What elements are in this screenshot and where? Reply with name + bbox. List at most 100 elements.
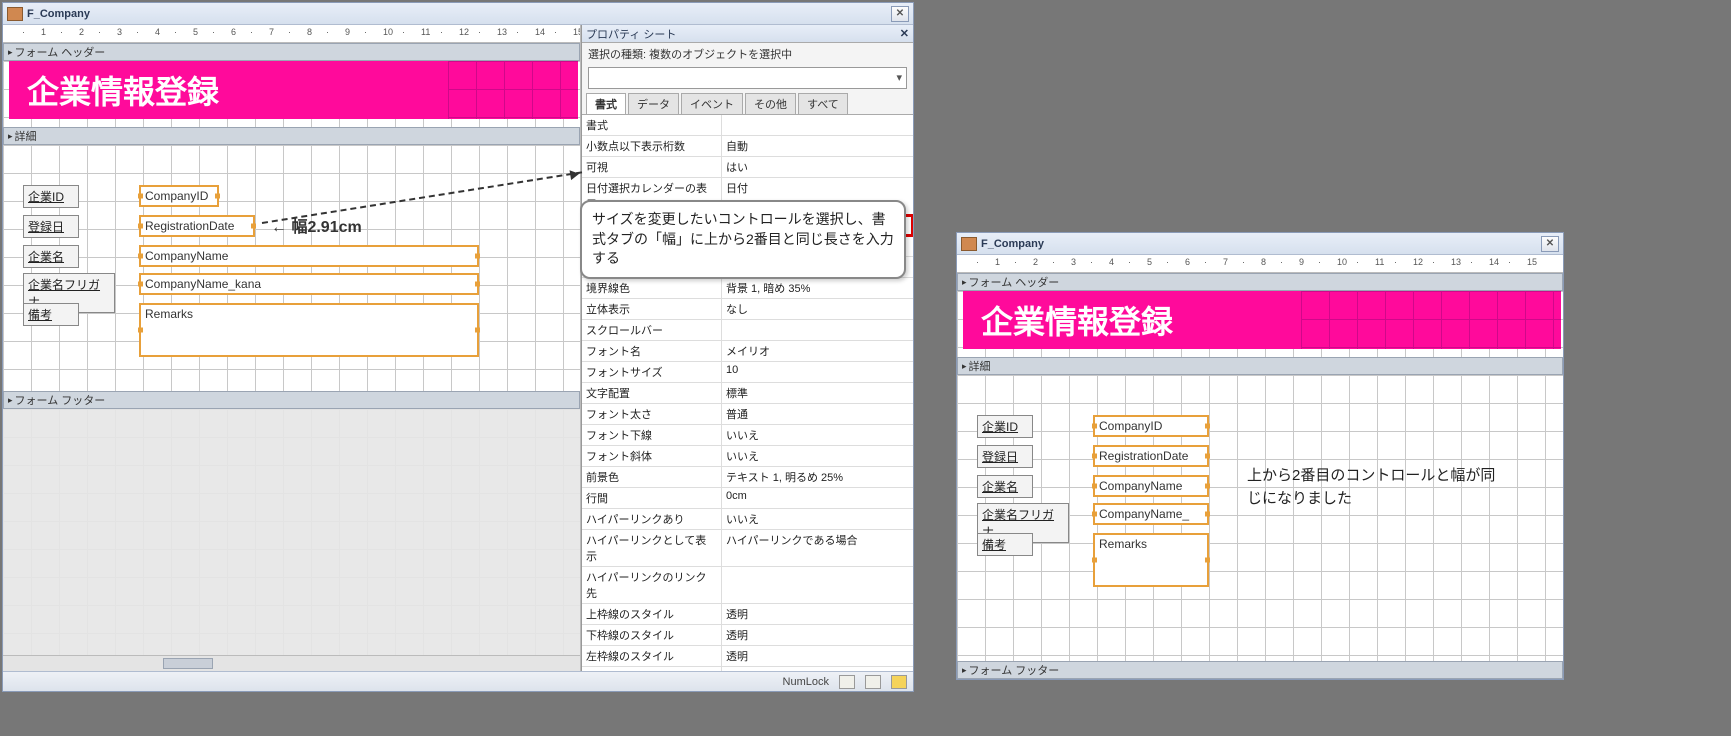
- label-company-id[interactable]: 企業ID: [23, 185, 79, 208]
- property-row[interactable]: 上枠線のスタイル透明: [582, 604, 913, 625]
- property-name: 左枠線のスタイル: [582, 646, 722, 666]
- property-name: 下枠線のスタイル: [582, 625, 722, 645]
- property-name: スクロールバー: [582, 320, 722, 340]
- property-name: フォントサイズ: [582, 362, 722, 382]
- object-selector[interactable]: [588, 67, 907, 89]
- property-row[interactable]: ハイパーリンクとして表示ハイパーリンクである場合: [582, 530, 913, 567]
- property-row[interactable]: 小数点以下表示桁数自動: [582, 136, 913, 157]
- label-remarks[interactable]: 備考: [23, 303, 79, 326]
- callout-text: サイズを変更したいコントロールを選択し、書式タブの「幅」に上から2番目と同じ長さ…: [592, 211, 894, 266]
- property-row[interactable]: フォント斜体いいえ: [582, 446, 913, 467]
- field-reg-date[interactable]: RegistrationDate: [1093, 445, 1209, 467]
- section-detail[interactable]: 詳細: [957, 357, 1563, 375]
- titlebar[interactable]: F_Company ✕: [3, 3, 913, 25]
- property-value[interactable]: いいえ: [722, 509, 913, 529]
- tab-other[interactable]: その他: [745, 93, 796, 114]
- property-row[interactable]: 下枠線のスタイル透明: [582, 625, 913, 646]
- titlebar[interactable]: F_Company ✕: [957, 233, 1563, 255]
- property-value[interactable]: いいえ: [722, 446, 913, 466]
- form-title-label: 企業情報登録: [9, 61, 578, 119]
- property-value[interactable]: [722, 115, 913, 135]
- property-value[interactable]: [722, 567, 913, 603]
- section-detail[interactable]: 詳細: [3, 127, 580, 145]
- property-value[interactable]: 透明: [722, 646, 913, 666]
- tab-data[interactable]: データ: [628, 93, 679, 114]
- form-title-label: 企業情報登録: [963, 291, 1561, 349]
- section-form-header[interactable]: フォーム ヘッダー: [957, 273, 1563, 291]
- width-annotation: ← 幅2.91cm: [271, 213, 362, 237]
- property-row[interactable]: 書式: [582, 115, 913, 136]
- tab-event[interactable]: イベント: [681, 93, 743, 114]
- property-value[interactable]: 普通: [722, 404, 913, 424]
- label-company[interactable]: 企業名: [977, 475, 1033, 498]
- property-row[interactable]: フォント下線いいえ: [582, 425, 913, 446]
- property-name: ハイパーリンクのリンク先: [582, 567, 722, 603]
- label-company-id[interactable]: 企業ID: [977, 415, 1033, 438]
- property-value[interactable]: なし: [722, 299, 913, 319]
- property-row[interactable]: フォント名メイリオ: [582, 341, 913, 362]
- field-company-id[interactable]: CompanyID: [1093, 415, 1209, 437]
- property-row[interactable]: ハイパーリンクのリンク先: [582, 567, 913, 604]
- property-row[interactable]: 左枠線のスタイル透明: [582, 646, 913, 667]
- property-value[interactable]: 背景 1, 暗め 35%: [722, 278, 913, 298]
- close-button[interactable]: ✕: [891, 6, 909, 22]
- property-value[interactable]: 透明: [722, 604, 913, 624]
- form-title-text: 企業情報登録: [981, 297, 1173, 343]
- field-company-id[interactable]: CompanyID: [139, 185, 219, 207]
- property-row[interactable]: 文字配置標準: [582, 383, 913, 404]
- window-title: F_Company: [27, 8, 891, 20]
- property-name: フォント名: [582, 341, 722, 361]
- form-icon: [7, 7, 23, 21]
- property-row[interactable]: 行間0cm: [582, 488, 913, 509]
- label-company[interactable]: 企業名: [23, 245, 79, 268]
- form-design-window-right: F_Company ✕ 1·2·3·4·5·6·7·8·9·10·11·12·1…: [956, 232, 1564, 680]
- property-value[interactable]: はい: [722, 157, 913, 177]
- property-sheet-title: プロパティ シート: [586, 26, 676, 42]
- tab-format[interactable]: 書式: [586, 93, 626, 114]
- property-value[interactable]: ハイパーリンクである場合: [722, 530, 913, 566]
- field-kana[interactable]: CompanyName_: [1093, 503, 1209, 525]
- view-design-icon[interactable]: [891, 675, 907, 689]
- view-form-icon[interactable]: [839, 675, 855, 689]
- property-row[interactable]: フォント太さ普通: [582, 404, 913, 425]
- property-value[interactable]: 自動: [722, 136, 913, 156]
- property-value[interactable]: 標準: [722, 383, 913, 403]
- field-company[interactable]: CompanyName: [139, 245, 479, 267]
- property-row[interactable]: 立体表示なし: [582, 299, 913, 320]
- section-form-footer[interactable]: フォーム フッター: [957, 661, 1563, 679]
- property-value[interactable]: メイリオ: [722, 341, 913, 361]
- property-value[interactable]: テキスト 1, 明るめ 25%: [722, 467, 913, 487]
- property-row[interactable]: スクロールバー: [582, 320, 913, 341]
- close-button[interactable]: ✕: [1541, 236, 1559, 252]
- scrollbar-horizontal[interactable]: [3, 655, 580, 671]
- section-form-footer[interactable]: フォーム フッター: [3, 391, 580, 409]
- field-reg-date[interactable]: RegistrationDate: [139, 215, 255, 237]
- field-remarks[interactable]: Remarks: [139, 303, 479, 357]
- property-row[interactable]: 前景色テキスト 1, 明るめ 25%: [582, 467, 913, 488]
- property-row[interactable]: 境界線色背景 1, 暗め 35%: [582, 278, 913, 299]
- field-kana[interactable]: CompanyName_kana: [139, 273, 479, 295]
- property-grid[interactable]: 書式小数点以下表示桁数自動可視はい日付選択カレンダーの表示日付幅2.91cm高さ…: [582, 115, 913, 671]
- label-reg-date[interactable]: 登録日: [977, 445, 1033, 468]
- property-name: 上枠線のスタイル: [582, 604, 722, 624]
- ruler-horizontal: 1·2·3·4·5·6·7·8·9·10·11·12·13·14·15·: [3, 25, 580, 43]
- property-value[interactable]: 透明: [722, 625, 913, 645]
- property-sheet-close[interactable]: ✕: [900, 27, 909, 40]
- property-name: フォント斜体: [582, 446, 722, 466]
- view-datasheet-icon[interactable]: [865, 675, 881, 689]
- field-remarks[interactable]: Remarks: [1093, 533, 1209, 587]
- property-name: 行間: [582, 488, 722, 508]
- property-row[interactable]: フォントサイズ10: [582, 362, 913, 383]
- property-row[interactable]: 可視はい: [582, 157, 913, 178]
- property-name: ハイパーリンクあり: [582, 509, 722, 529]
- property-value[interactable]: 10: [722, 362, 913, 382]
- section-form-header[interactable]: フォーム ヘッダー: [3, 43, 580, 61]
- property-value[interactable]: いいえ: [722, 425, 913, 445]
- property-value[interactable]: [722, 320, 913, 340]
- tab-all[interactable]: すべて: [798, 93, 848, 114]
- property-value[interactable]: 0cm: [722, 488, 913, 508]
- property-row[interactable]: ハイパーリンクありいいえ: [582, 509, 913, 530]
- label-remarks[interactable]: 備考: [977, 533, 1033, 556]
- field-company[interactable]: CompanyName: [1093, 475, 1209, 497]
- label-reg-date[interactable]: 登録日: [23, 215, 79, 238]
